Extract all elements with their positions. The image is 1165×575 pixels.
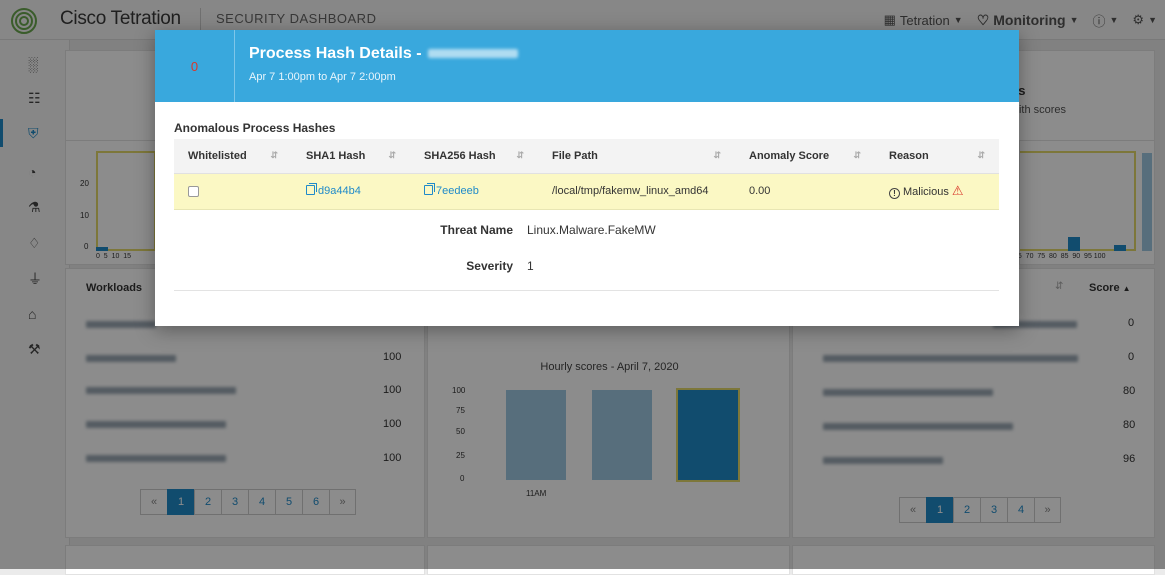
modal-subtitle: Apr 7 1:00pm to Apr 7 2:00pm xyxy=(249,71,396,83)
file-path-cell: /local/tmp/fakemw_linux_amd64 xyxy=(538,173,735,210)
sort-icon: ⇵ xyxy=(713,149,721,160)
sort-icon: ⇵ xyxy=(270,149,278,160)
col-sha1[interactable]: SHA1 Hash ⇵ xyxy=(292,139,410,174)
severity-label: Severity xyxy=(466,259,513,273)
info-icon: ! xyxy=(889,188,900,199)
threat-name-label: Threat Name xyxy=(440,223,513,237)
whitelist-checkbox[interactable] xyxy=(188,185,199,197)
modal-title: Process Hash Details - xyxy=(249,45,518,63)
table-row[interactable]: d9a44b4 7eedeeb /local/tmp/fakemw_linux_… xyxy=(174,173,999,210)
blurred-hostname xyxy=(427,49,518,59)
section-label: Anomalous Process Hashes xyxy=(174,121,336,135)
warning-triangle-icon: ⚠ xyxy=(951,183,964,198)
sort-icon: ⇵ xyxy=(853,149,861,160)
col-reason[interactable]: Reason ⇵ xyxy=(875,139,999,174)
copy-icon xyxy=(306,183,317,195)
col-anomaly-score[interactable]: Anomaly Score ⇵ xyxy=(735,139,875,174)
sort-icon: ⇵ xyxy=(516,149,524,160)
col-whitelisted[interactable]: Whitelisted ⇵ xyxy=(174,139,292,174)
process-hash-details-modal: 0 Process Hash Details - Apr 7 1:00pm to… xyxy=(155,30,1019,326)
col-file-path[interactable]: File Path ⇵ xyxy=(538,139,735,174)
header-count: 0 xyxy=(155,30,235,102)
sha256-hash-link[interactable]: 7eedeeb xyxy=(424,183,479,197)
reason-cell: ! Malicious ⚠ xyxy=(875,173,999,210)
threat-name-value: Linux.Malware.FakeMW xyxy=(527,223,656,237)
copy-icon xyxy=(424,183,435,195)
modal-header: 0 Process Hash Details - Apr 7 1:00pm to… xyxy=(155,30,1019,102)
sort-icon: ⇵ xyxy=(388,149,396,160)
anomaly-score-cell: 0.00 xyxy=(735,173,875,210)
anomalous-hashes-table: Whitelisted ⇵ SHA1 Hash ⇵ SHA256 Hash ⇵ Fil… xyxy=(174,139,999,210)
col-sha256[interactable]: SHA256 Hash ⇵ xyxy=(410,139,538,174)
sha1-hash-link[interactable]: d9a44b4 xyxy=(306,183,361,197)
severity-value: 1 xyxy=(527,259,534,273)
modal-divider xyxy=(174,290,999,291)
sort-icon: ⇵ xyxy=(977,149,985,160)
